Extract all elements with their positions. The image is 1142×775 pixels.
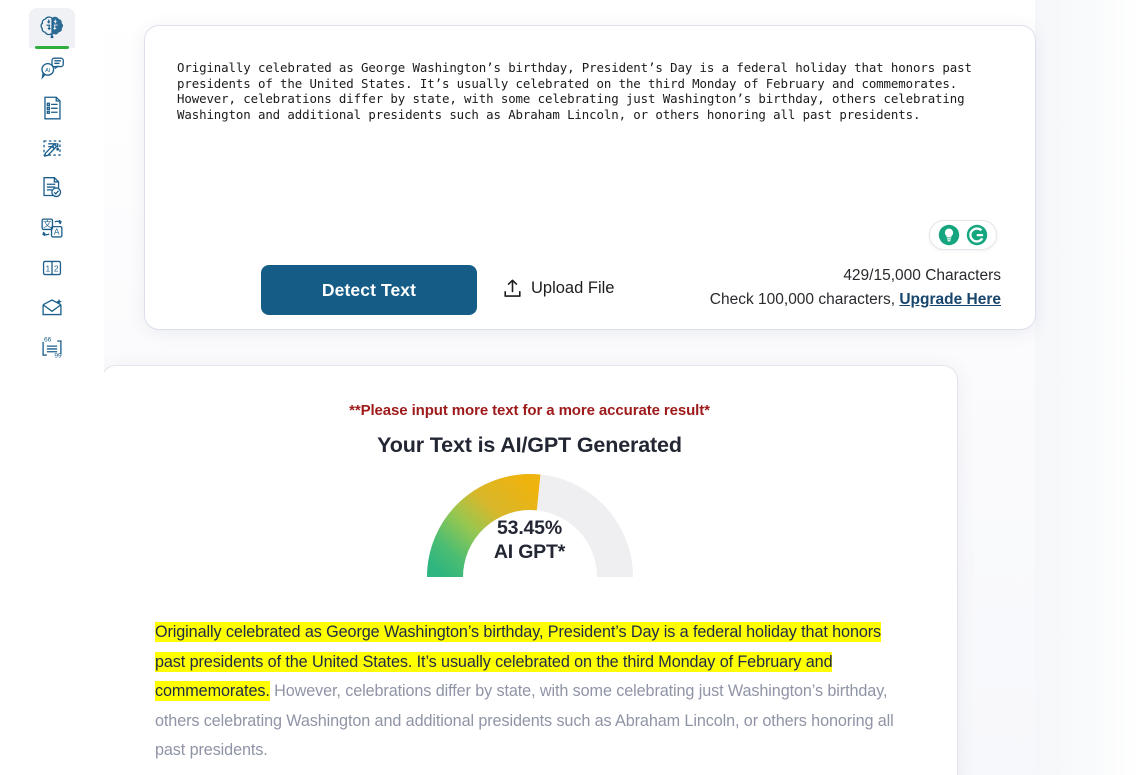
analyzed-text-output: Originally celebrated as George Washingt… xyxy=(155,618,911,766)
text-input-area[interactable]: Originally celebrated as George Washingt… xyxy=(177,60,1005,122)
gauge-percent: 53.45% xyxy=(497,517,562,539)
sidebar-item-citation-tool[interactable]: 66 99 xyxy=(29,328,75,368)
text-input-card: Originally celebrated as George Washingt… xyxy=(145,26,1035,329)
upgrade-prompt: Check 100,000 characters, Upgrade Here xyxy=(710,288,1001,312)
brain-icon xyxy=(37,13,67,43)
ai-score-gauge: 53.45% AI GPT* xyxy=(425,472,635,584)
grammarly-suggestion-icon[interactable] xyxy=(938,224,960,246)
number-counter-icon: 1 2 xyxy=(37,253,67,283)
sidebar-item-word-counter[interactable]: 1 2 xyxy=(29,248,75,288)
ai-chat-bubble-icon: AI xyxy=(37,53,67,83)
sidebar-item-translator[interactable]: 文 A xyxy=(29,208,75,248)
svg-text:A: A xyxy=(54,227,60,237)
page-background-right xyxy=(1035,0,1142,775)
upload-icon xyxy=(503,278,522,299)
sidebar-item-grammar-checker[interactable] xyxy=(29,168,75,208)
sidebar-item-ai-detector[interactable] xyxy=(29,8,75,49)
grammarly-logo-icon[interactable] xyxy=(966,224,988,246)
envelope-sparkle-icon xyxy=(37,293,67,323)
grammarly-assistant-badge[interactable] xyxy=(929,220,997,250)
upload-file-label: Upload File xyxy=(531,279,615,297)
sidebar-item-email-writer[interactable] xyxy=(29,288,75,328)
results-card: **Please input more text for a more accu… xyxy=(102,366,957,775)
character-counter: 429/15,000 Characters Check 100,000 char… xyxy=(710,264,1001,312)
detection-verdict: Your Text is AI/GPT Generated xyxy=(377,433,682,457)
quotation-marks-icon: 66 99 xyxy=(37,333,67,363)
svg-text:AI: AI xyxy=(45,68,51,74)
accuracy-warning: **Please input more text for a more accu… xyxy=(349,402,710,419)
upgrade-prompt-text: Check 100,000 characters, xyxy=(709,291,900,308)
svg-text:66: 66 xyxy=(44,336,52,343)
gauge-unit: AI GPT* xyxy=(493,541,566,563)
document-list-icon xyxy=(37,93,67,123)
svg-text:99: 99 xyxy=(54,352,62,359)
document-check-icon xyxy=(37,173,67,203)
translate-icon: 文 A xyxy=(37,213,67,243)
svg-text:1: 1 xyxy=(45,263,50,273)
svg-text:2: 2 xyxy=(54,263,59,273)
sidebar-item-paraphraser[interactable] xyxy=(29,128,75,168)
gauge-label-group: 53.45% AI GPT* xyxy=(425,516,635,564)
upgrade-here-link[interactable]: Upgrade Here xyxy=(899,291,1001,308)
character-count-text: 429/15,000 Characters xyxy=(843,267,1001,284)
upload-file-button[interactable]: Upload File xyxy=(503,278,614,299)
svg-text:文: 文 xyxy=(43,219,52,229)
sidebar-item-ai-chat[interactable]: AI xyxy=(29,48,75,88)
detect-text-button[interactable]: Detect Text xyxy=(261,265,477,315)
tool-sidebar: AI 文 A 1 2 66 99 xyxy=(0,0,104,775)
sidebar-item-summarizer[interactable] xyxy=(29,88,75,128)
rewrite-pen-icon xyxy=(37,133,67,163)
